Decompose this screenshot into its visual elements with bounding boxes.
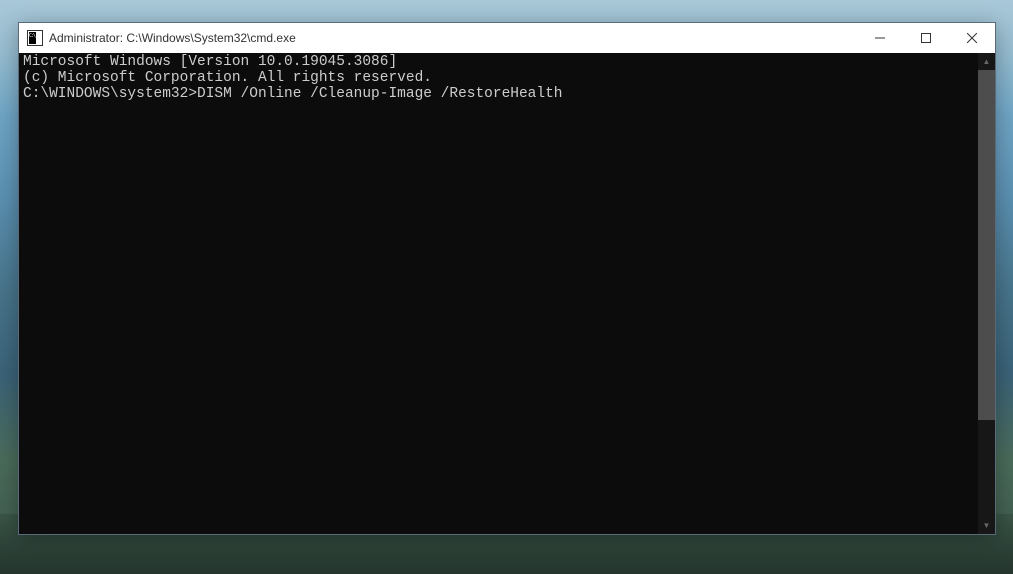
scroll-track[interactable]	[978, 70, 995, 517]
command-text: DISM /Online /Cleanup-Image /RestoreHeal…	[197, 86, 562, 102]
vertical-scrollbar[interactable]: ▲ ▼	[978, 53, 995, 534]
close-button[interactable]	[949, 23, 995, 53]
prompt-line: C:\WINDOWS\system32>DISM /Online /Cleanu…	[23, 87, 974, 103]
terminal-output[interactable]: Microsoft Windows [Version 10.0.19045.30…	[19, 53, 978, 534]
minimize-icon	[875, 33, 885, 43]
scroll-thumb[interactable]	[978, 70, 995, 420]
maximize-icon	[921, 33, 931, 43]
minimize-button[interactable]	[857, 23, 903, 53]
window-controls	[857, 23, 995, 53]
output-line: Microsoft Windows [Version 10.0.19045.30…	[23, 55, 974, 71]
terminal-area: Microsoft Windows [Version 10.0.19045.30…	[19, 53, 995, 534]
cmd-window: Administrator: C:\Windows\System32\cmd.e…	[18, 22, 996, 535]
close-icon	[967, 33, 977, 43]
scroll-up-arrow[interactable]: ▲	[978, 53, 995, 70]
output-line: (c) Microsoft Corporation. All rights re…	[23, 71, 974, 87]
prompt-path: C:\WINDOWS\system32>	[23, 86, 197, 102]
cmd-icon	[27, 30, 43, 46]
maximize-button[interactable]	[903, 23, 949, 53]
titlebar[interactable]: Administrator: C:\Windows\System32\cmd.e…	[19, 23, 995, 53]
scroll-down-arrow[interactable]: ▼	[978, 517, 995, 534]
window-title: Administrator: C:\Windows\System32\cmd.e…	[49, 31, 857, 45]
